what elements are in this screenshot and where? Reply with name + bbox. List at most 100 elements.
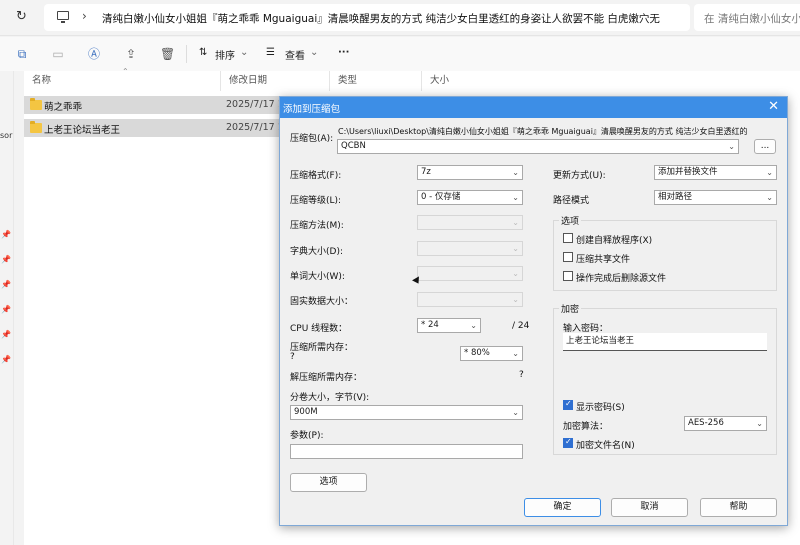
update-mode-value[interactable]: 添加并替换文件 [658,167,718,177]
search-input[interactable]: 在 清纯白嫩小仙女小 [704,11,800,26]
sort-icon[interactable]: ⇅ [199,47,207,58]
level-value[interactable]: 0 - 仅存储 [421,192,460,202]
file-date: 2025/7/17 1 [226,122,284,133]
chevron-down-icon[interactable]: ⌄ [470,319,477,332]
delete-after-label[interactable]: 操作完成后删除源文件 [576,271,666,284]
pin-icon[interactable]: 📌 [1,330,11,339]
computer-icon [57,11,69,23]
chevron-down-icon[interactable]: ⌄ [512,166,519,179]
help-button[interactable]: 帮助 [700,498,777,517]
chevron-down-icon[interactable]: ⌄ [512,191,519,204]
threads-total: / 24 [512,321,530,331]
view-chevron-icon[interactable]: ⌄ [310,47,318,58]
update-mode-label: 更新方式(U): [553,171,606,181]
column-header-type[interactable]: 类型 [330,71,422,91]
chevron-down-icon[interactable]: ⌄ [512,347,519,360]
close-icon[interactable]: ✕ [768,99,779,115]
browse-button[interactable]: ... [754,139,776,154]
encryption-method-label: 加密算法： [563,422,609,432]
path-mode-value[interactable]: 相对路径 [658,192,692,202]
chevron-down-icon[interactable]: ⌄ [766,166,773,179]
copy-icon[interactable]: ⧉ [15,47,29,61]
password-input[interactable]: 上老王论坛当老王 [563,333,767,351]
search-box[interactable]: 在 清纯白嫩小仙女小 [694,4,800,31]
parameters-input[interactable] [290,444,523,459]
pin-icon[interactable]: 📌 [1,305,11,314]
volume-size-value[interactable]: 900M [294,407,318,417]
ok-button[interactable]: 确定 [524,498,601,517]
cancel-button[interactable]: 取消 [611,498,688,517]
sort-chevron-icon[interactable]: ⌄ [240,47,248,58]
chevron-down-icon: ⌄ [512,244,519,253]
encrypt-names-checkbox[interactable] [563,437,573,448]
pin-icon[interactable]: 📌 [1,355,11,364]
sfx-label[interactable]: 创建自释放程序(X) [576,233,652,246]
pin-icon[interactable]: 📌 [1,230,11,239]
chevron-down-icon[interactable]: ⌄ [728,140,735,153]
level-select[interactable]: 0 - 仅存储 ⌄ [417,190,523,205]
chevron-down-icon: ⌄ [512,295,519,304]
volume-size-select[interactable]: 900M ⌄ [290,405,523,420]
format-value[interactable]: 7z [421,167,431,177]
threads-value[interactable]: * 24 [421,320,439,330]
path-mode-select[interactable]: 相对路径 ⌄ [654,190,777,205]
pin-icon[interactable]: 📌 [1,255,11,264]
toolbar-divider [186,45,187,63]
decompress-memory-value: ? [519,370,524,380]
format-select[interactable]: 7z ⌄ [417,165,523,180]
refresh-icon[interactable]: ↻ [16,10,30,24]
word-size-label: 单词大小(W): [290,272,345,282]
column-header-size[interactable]: 大小 [422,71,482,91]
solid-size-label: 固实数据大小： [290,297,354,307]
options-group-label: 选项 [559,214,582,227]
threads-select[interactable]: * 24 ⌄ [417,318,481,333]
view-icon[interactable]: ☰ [266,47,275,58]
encryption-group-label: 加密 [559,302,582,315]
decompress-memory-label: 解压缩所需内存： [290,373,363,383]
dictionary-select: ⌄ [417,241,523,256]
address-path[interactable]: 清纯白嫩小仙女小姐姐『萌之乖乖 Mguaiguai』清晨唤醒男友的方式 纯洁少女… [102,11,682,26]
column-header-date[interactable]: 修改日期 [221,71,330,91]
rename-icon[interactable]: Ⓐ [87,47,101,61]
parameters-label: 参数(P): [290,431,324,441]
add-to-archive-dialog: 添加到压缩包 ✕ 压缩包(A): C:\Users\liuxi\Desktop\… [279,96,788,526]
show-password-label[interactable]: 显示密码(S) [576,400,625,413]
encryption-method-value[interactable]: AES-256 [688,418,724,428]
chevron-down-icon[interactable]: ⌄ [512,406,519,419]
archive-directory: C:\Users\liuxi\Desktop\清纯白嫩小仙女小姐姐『萌之乖乖 M… [338,127,748,136]
archive-name-field[interactable]: QCBN ⌄ [337,139,739,154]
dialog-title: 添加到压缩包 [283,104,341,115]
sfx-checkbox[interactable] [563,233,573,243]
encryption-method-select[interactable]: AES-256 ⌄ [684,416,767,431]
archive-name-value[interactable]: QCBN [341,141,366,151]
file-date: 2025/7/17 1 [226,99,284,110]
update-mode-select[interactable]: 添加并替换文件 ⌄ [654,165,777,180]
shared-files-checkbox[interactable] [563,252,573,262]
memory-usage-select[interactable]: * 80% ⌄ [460,346,523,361]
delete-after-checkbox[interactable] [563,271,573,281]
share-icon[interactable]: ⇪ [124,47,138,61]
file-name[interactable]: 萌之乖乖 [44,99,82,113]
show-password-checkbox[interactable] [563,399,573,410]
chevron-down-icon: ⌄ [512,218,519,227]
chevron-down-icon[interactable]: ⌄ [756,417,763,430]
word-size-select: ⌄ [417,266,523,281]
shared-files-label[interactable]: 压缩共享文件 [576,252,630,265]
sort-button[interactable]: 排序 [215,47,235,62]
options-button[interactable]: 选项 [290,473,367,492]
view-button[interactable]: 查看 [285,47,305,62]
chevron-right-icon[interactable]: › [82,9,87,23]
file-name[interactable]: 上老王论坛当老王 [44,122,120,136]
dialog-title-bar[interactable]: 添加到压缩包 ✕ [280,97,787,118]
pin-icon[interactable]: 📌 [1,280,11,289]
folder-icon [30,121,42,133]
more-button[interactable]: ··· [338,47,349,58]
address-box[interactable]: › 清纯白嫩小仙女小姐姐『萌之乖乖 Mguaiguai』清晨唤醒男友的方式 纯洁… [44,4,690,31]
paste-icon[interactable]: ▭ [51,47,65,61]
delete-icon[interactable]: 🗑 [160,47,175,61]
method-label: 压缩方法(M): [290,221,344,231]
chevron-down-icon[interactable]: ⌄ [766,191,773,204]
memory-usage-value[interactable]: * 80% [464,348,490,358]
threads-label: CPU 线程数： [290,324,348,334]
encrypt-names-label[interactable]: 加密文件名(N) [576,438,635,451]
